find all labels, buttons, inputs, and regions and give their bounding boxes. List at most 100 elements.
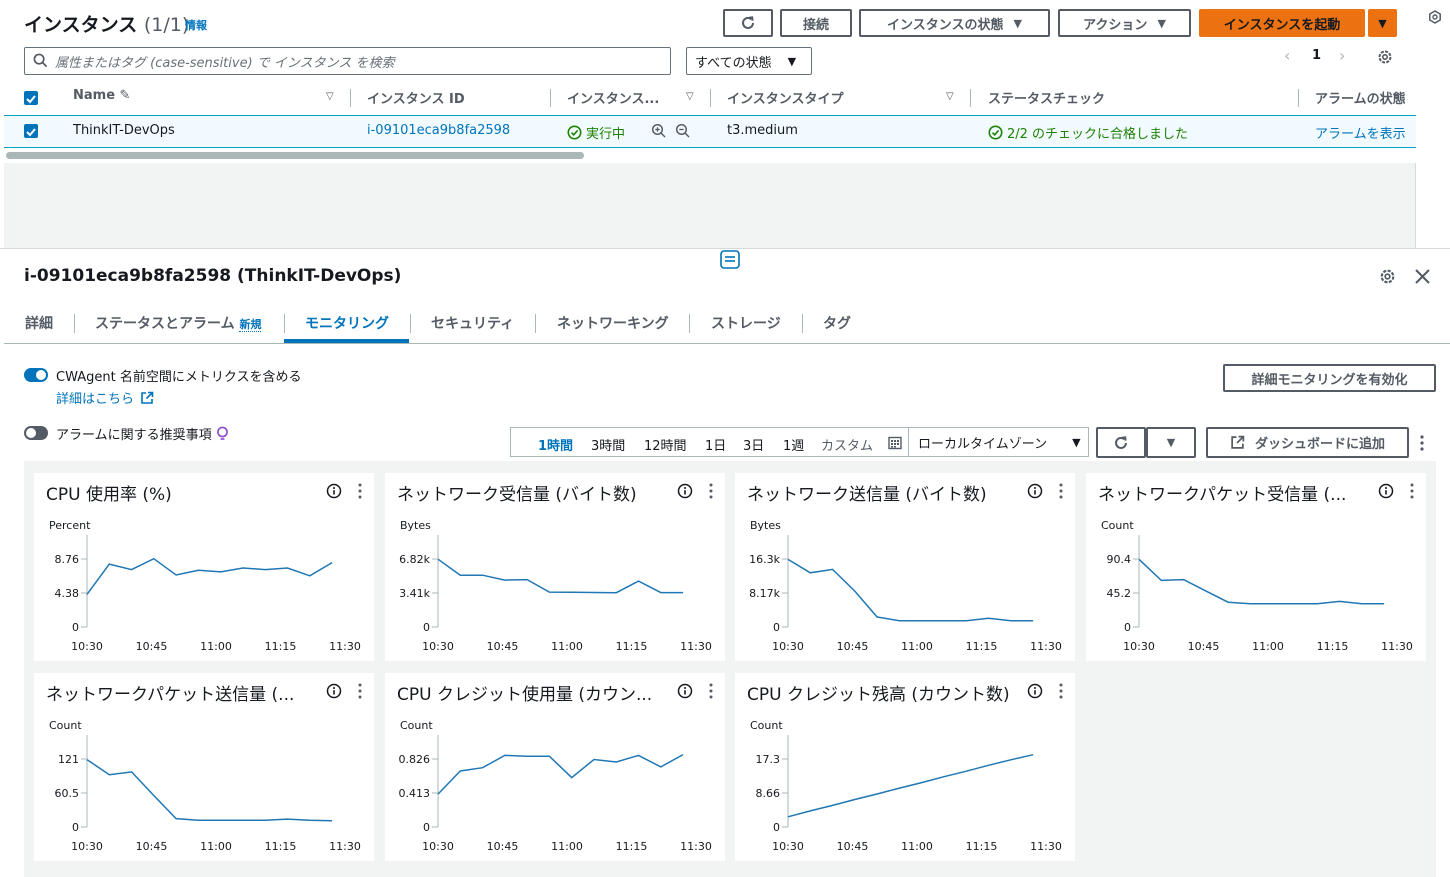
detail-settings-gear-icon[interactable] <box>1378 267 1397 286</box>
column-divider[interactable] <box>550 89 551 107</box>
zoom-in-icon[interactable] <box>651 123 666 138</box>
info-icon[interactable] <box>326 683 342 699</box>
refresh-button[interactable] <box>723 9 773 37</box>
tab-tags[interactable]: タグ <box>823 313 851 333</box>
instance-state-text: 実行中 <box>586 127 626 142</box>
state-filter-select[interactable]: すべての状態 ▼ <box>686 47 812 75</box>
column-divider[interactable] <box>350 89 351 107</box>
info-icon[interactable] <box>677 483 693 499</box>
info-icon[interactable] <box>326 483 342 499</box>
range-3h[interactable]: 3時間 <box>591 435 625 454</box>
range-custom[interactable]: カスタム <box>821 435 873 454</box>
add-to-dashboard-button[interactable]: ダッシュボードに追加 <box>1206 427 1409 458</box>
range-1d[interactable]: 1日 <box>705 435 726 454</box>
cell-name: ThinkIT-DevOps <box>73 123 175 138</box>
zoom-out-icon[interactable] <box>675 123 690 138</box>
info-icon[interactable] <box>1378 483 1394 499</box>
info-link[interactable]: 情報 <box>185 17 207 33</box>
check-icon <box>26 128 36 137</box>
widget-menu-icon[interactable] <box>358 482 362 500</box>
info-icon[interactable] <box>1027 683 1043 699</box>
column-header-alarm-state[interactable]: アラームの状態 <box>1315 88 1406 107</box>
x-tick-label: 11:00 <box>901 840 933 853</box>
more-options-icon[interactable] <box>1419 434 1425 452</box>
cell-status-check: 2/2 のチェックに合格しました <box>988 123 1188 142</box>
horizontal-scrollbar[interactable] <box>6 152 584 159</box>
table-settings-gear-icon[interactable] <box>1376 48 1394 66</box>
widget-menu-icon[interactable] <box>1059 482 1063 500</box>
add-dashboard-label: ダッシュボードに追加 <box>1254 437 1385 452</box>
widget-menu-icon[interactable] <box>709 482 713 500</box>
widget-menu-icon[interactable] <box>1059 682 1063 700</box>
refresh-charts-button[interactable] <box>1096 427 1146 458</box>
column-divider[interactable] <box>1298 89 1299 107</box>
instance-count: (1/1) <box>143 14 190 36</box>
tab-details[interactable]: 詳細 <box>25 313 53 333</box>
cwagent-toggle[interactable] <box>24 368 48 382</box>
y-tick-label: 0.826 <box>399 753 431 766</box>
column-header-status-check[interactable]: ステータスチェック <box>988 88 1105 107</box>
resize-handle-icon[interactable] <box>720 250 740 269</box>
actions-dropdown[interactable]: アクション ▼ <box>1058 9 1191 37</box>
search-input[interactable]: 属性またはタグ (case-sensitive) で インスタンス を検索 <box>24 47 671 75</box>
line-chart: Count 0 60.5 121 10:30 10:45 11:00 11:15 11:30 <box>49 719 361 853</box>
next-page-icon[interactable]: › <box>1339 46 1345 65</box>
instance-state-dropdown[interactable]: インスタンスの状態 ▼ <box>859 9 1050 37</box>
hexagon-settings-icon[interactable] <box>1428 10 1442 24</box>
widget-menu-icon[interactable] <box>709 682 713 700</box>
refresh-interval-dropdown[interactable]: ▼ <box>1146 427 1196 458</box>
range-1h[interactable]: 1時間 <box>538 435 573 454</box>
launch-options-dropdown[interactable]: ▼ <box>1368 9 1397 37</box>
row-checkbox[interactable] <box>24 124 38 138</box>
page-number[interactable]: 1 <box>1312 48 1321 63</box>
column-header-instance-state[interactable]: インスタンス... <box>567 88 659 107</box>
launch-instance-button[interactable]: インスタンスを起動 <box>1199 9 1365 37</box>
y-axis-unit: Count <box>750 719 783 732</box>
timezone-select[interactable]: ローカルタイムゾーン ▼ <box>908 427 1089 457</box>
widget-title: ネットワークパケット受信量 (... <box>1098 485 1347 505</box>
connect-button[interactable]: 接続 <box>780 9 852 37</box>
widget-menu-icon[interactable] <box>1410 482 1414 500</box>
info-icon[interactable] <box>1027 483 1043 499</box>
y-tick-label: 8.66 <box>756 787 781 800</box>
tab-networking[interactable]: ネットワーキング <box>557 313 669 333</box>
column-header-instance-type[interactable]: インスタンスタイプ <box>727 88 843 107</box>
column-divider[interactable] <box>970 89 971 107</box>
prev-page-icon[interactable]: ‹ <box>1284 46 1290 65</box>
view-alarms-link[interactable]: アラームを表示 <box>1315 123 1406 142</box>
column-header-name[interactable]: Name ✎ <box>73 88 130 103</box>
enable-detailed-monitoring-button[interactable]: 詳細モニタリングを有効化 <box>1223 364 1436 392</box>
learn-more-link[interactable]: 詳細はこちら <box>56 388 154 407</box>
sort-caret-icon[interactable]: ▽ <box>946 91 954 102</box>
info-icon[interactable] <box>677 683 693 699</box>
range-1w[interactable]: 1週 <box>783 435 804 454</box>
range-3d[interactable]: 3日 <box>743 435 764 454</box>
tab-separator <box>689 314 690 333</box>
y-axis-unit: Count <box>1101 519 1134 532</box>
enable-detailed-label: 詳細モニタリングを有効化 <box>1251 372 1408 388</box>
x-tick-label: 11:15 <box>265 640 297 653</box>
y-axis-unit: Percent <box>49 519 91 532</box>
tabs-border <box>4 343 1450 344</box>
widget-menu-icon[interactable] <box>358 682 362 700</box>
instances-panel: インスタンス (1/1) 情報 接続 インスタンスの状態 ▼ アクション ▼ イ… <box>4 0 1416 248</box>
widget-title: ネットワーク送信量 (バイト数) <box>747 485 987 505</box>
column-header-instance-id[interactable]: インスタンス ID <box>367 88 465 107</box>
instance-id-link[interactable]: i-09101eca9b8fa2598 <box>367 123 510 138</box>
calendar-icon[interactable] <box>888 436 902 450</box>
alarm-recommendation-toggle[interactable] <box>24 426 48 440</box>
line-chart: Bytes 0 3.41k 6.82k 10:30 10:45 11:00 11:15 11:3… <box>399 519 712 653</box>
y-tick-label: 0 <box>1124 621 1131 634</box>
tab-storage[interactable]: ストレージ <box>711 313 781 333</box>
tab-security[interactable]: セキュリティ <box>431 313 514 333</box>
close-icon[interactable] <box>1414 268 1431 285</box>
table-row[interactable] <box>4 115 1416 148</box>
tab-monitoring[interactable]: モニタリング <box>305 313 389 333</box>
sort-caret-icon[interactable]: ▽ <box>326 91 334 102</box>
column-divider[interactable] <box>710 89 711 107</box>
range-12h[interactable]: 12時間 <box>644 435 687 454</box>
sort-caret-icon[interactable]: ▽ <box>686 91 694 102</box>
series-line <box>86 758 333 822</box>
select-all-checkbox[interactable] <box>24 91 38 105</box>
tab-status-alarms[interactable]: ステータスとアラーム 新規 <box>95 313 262 333</box>
